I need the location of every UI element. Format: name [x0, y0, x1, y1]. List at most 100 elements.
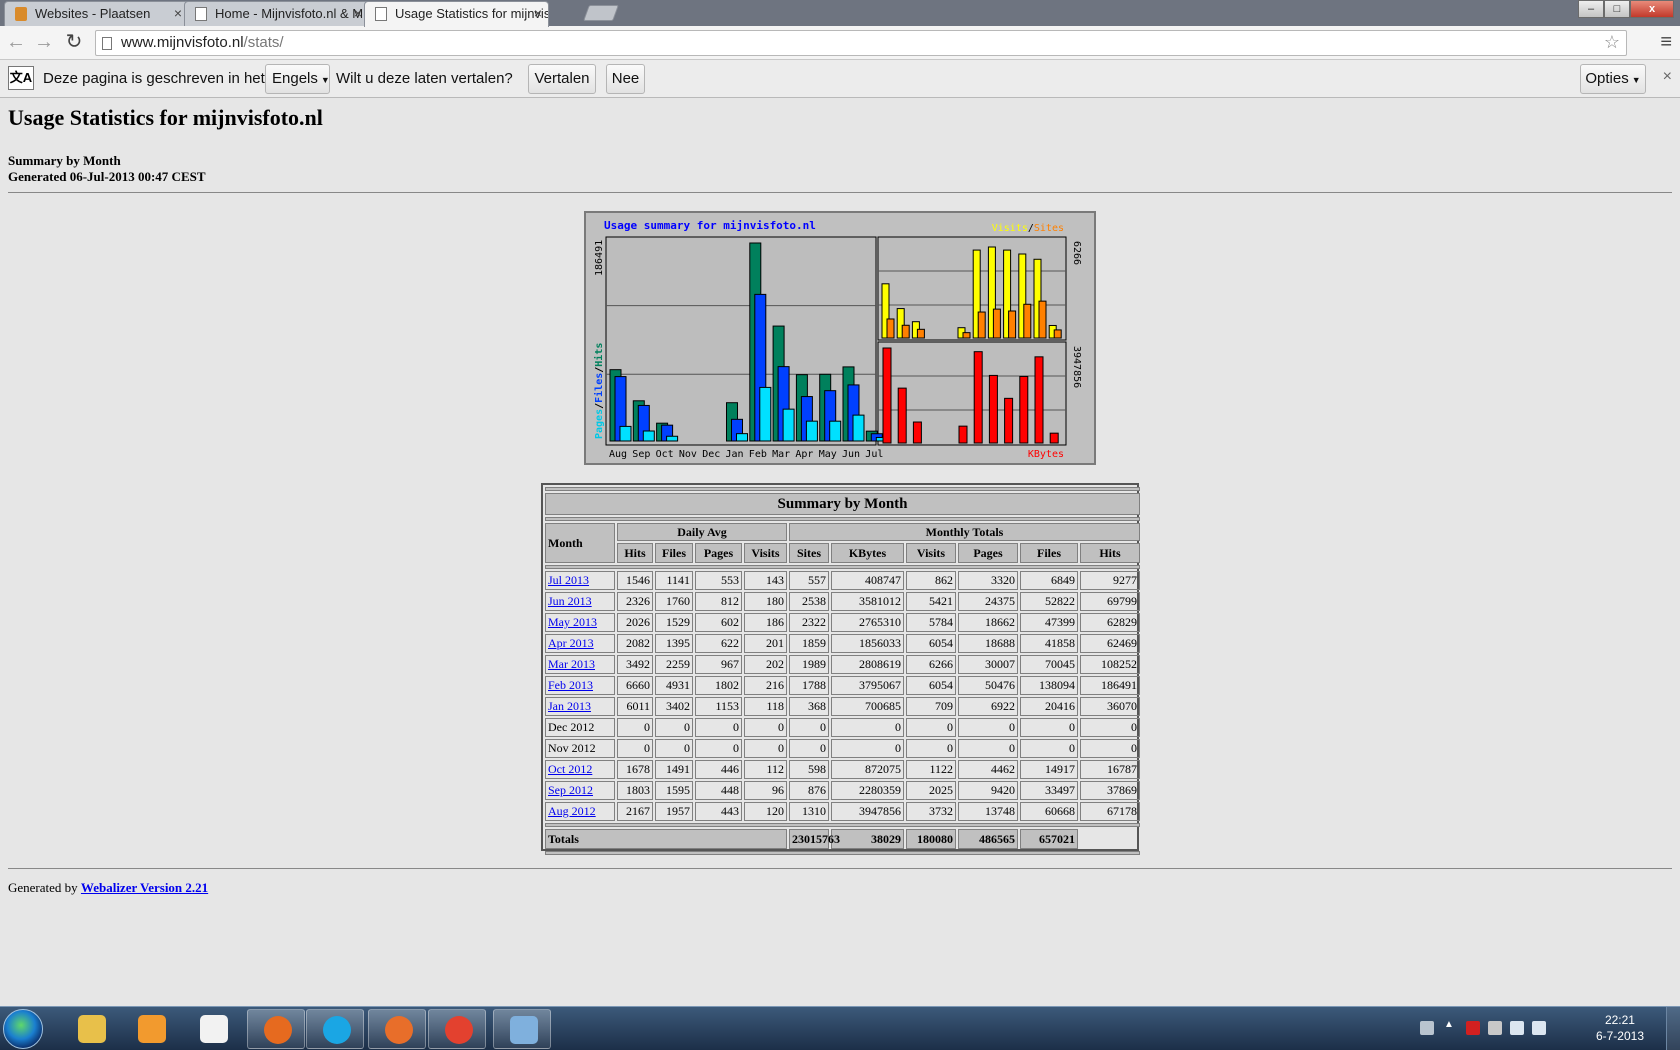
taskbar-maps-button[interactable]	[368, 1009, 426, 1049]
month-link[interactable]: May 2013	[548, 615, 597, 629]
month-cell: Sep 2012	[545, 781, 615, 800]
forward-icon[interactable]: →	[32, 31, 56, 55]
antivirus-tray-icon[interactable]	[1466, 1021, 1480, 1035]
sites-bar	[962, 332, 971, 339]
bookmark-star-icon[interactable]: ☆	[1604, 32, 1620, 53]
month-link[interactable]: Sep 2012	[548, 783, 593, 797]
taskbar-firefox-button[interactable]	[247, 1009, 305, 1049]
browser-menu-icon[interactable]: ≡	[1660, 31, 1672, 54]
daily-visits-header: Visits	[744, 543, 787, 563]
value-cell: 1760	[655, 592, 693, 611]
value-cell: 202	[744, 655, 787, 674]
total-pages-header: Pages	[958, 543, 1018, 563]
graph-title: Usage summary for mijnvisfoto.nl	[604, 219, 816, 232]
window-controls: – □ x	[1578, 0, 1674, 20]
tab-close-icon[interactable]: ×	[534, 2, 542, 25]
new-tab-button[interactable]	[583, 5, 619, 21]
tab-usage-statistics[interactable]: Usage Statistics for mijnvis ×	[364, 1, 549, 27]
show-hidden-icons-icon[interactable]: ▲	[1444, 1019, 1458, 1033]
webalizer-link[interactable]: Webalizer Version 2.21	[81, 880, 208, 895]
value-cell: 0	[744, 739, 787, 758]
tab-websites[interactable]: Websites - Plaatsen ×	[4, 1, 189, 26]
month-cell: Dec 2012	[545, 718, 615, 737]
page-subtitle: Summary by Month	[8, 153, 121, 168]
taskbar-skype-button[interactable]	[306, 1009, 364, 1049]
daily-avg-header: Daily Avg	[617, 523, 787, 541]
value-cell: 186	[744, 613, 787, 632]
value-cell: 0	[789, 739, 829, 758]
taskbar-explorer-button[interactable]	[62, 1009, 120, 1049]
value-cell: 4462	[958, 760, 1018, 779]
url-path: /stats/	[243, 34, 284, 51]
value-cell: 47399	[1020, 613, 1078, 632]
value-cell: 0	[789, 718, 829, 737]
taskbar-chrome-button[interactable]	[428, 1009, 486, 1049]
volume-tray-icon[interactable]	[1532, 1021, 1546, 1035]
value-cell: 37869	[1080, 781, 1140, 800]
minimize-button[interactable]: –	[1578, 0, 1604, 18]
value-cell: 872075	[831, 760, 904, 779]
no-translate-button[interactable]: Nee	[606, 64, 645, 94]
month-link[interactable]: Jan 2013	[548, 699, 591, 713]
media-player-icon	[138, 1015, 166, 1043]
value-cell: 62829	[1080, 613, 1140, 632]
month-link[interactable]: Apr 2013	[548, 636, 594, 650]
sites-bar	[1023, 303, 1032, 339]
maximize-button[interactable]: □	[1604, 0, 1630, 18]
taskbar-media-player-button[interactable]	[122, 1009, 180, 1049]
value-cell: 70045	[1020, 655, 1078, 674]
page-content: Usage Statistics for mijnvisfoto.nl Summ…	[0, 98, 1680, 1006]
sites-bar	[1038, 300, 1047, 339]
month-cell: Oct 2012	[545, 760, 615, 779]
tab-close-icon[interactable]: ×	[174, 2, 182, 25]
kbytes-bar	[912, 421, 922, 444]
tab-close-icon[interactable]: ×	[354, 2, 362, 25]
close-translate-bar-icon[interactable]: ×	[1663, 68, 1672, 86]
address-bar[interactable]: www.mijnvisfoto.nl/stats/ ☆	[95, 30, 1627, 56]
month-link[interactable]: Jul 2013	[548, 573, 589, 587]
month-link[interactable]: Oct 2012	[548, 762, 592, 776]
value-cell: 30007	[958, 655, 1018, 674]
language-select[interactable]: Engels ▼	[265, 64, 330, 94]
month-link[interactable]: Aug 2012	[548, 804, 596, 818]
month-link[interactable]: Jun 2013	[548, 594, 592, 608]
flag-tray-icon[interactable]	[1488, 1021, 1502, 1035]
translate-button[interactable]: Vertalen	[528, 64, 596, 94]
reload-icon[interactable]: ↻	[62, 31, 86, 55]
paint-icon	[510, 1016, 538, 1044]
kbytes-bar	[988, 374, 998, 444]
keyboard-tray-icon[interactable]	[1420, 1021, 1434, 1035]
close-window-button[interactable]: x	[1630, 0, 1674, 18]
show-desktop-button[interactable]	[1666, 1007, 1680, 1050]
month-cell: Feb 2013	[545, 676, 615, 695]
back-icon[interactable]: ←	[4, 31, 28, 55]
start-button[interactable]	[3, 1009, 43, 1049]
value-cell: 18662	[958, 613, 1018, 632]
table-row: Aug 2012 2167 1957 443 120 1310 3947856 3732 137…	[545, 802, 1140, 821]
month-link[interactable]: Mar 2013	[548, 657, 595, 671]
value-cell: 67178	[1080, 802, 1140, 821]
total-files-header: Files	[1020, 543, 1078, 563]
value-cell: 2808619	[831, 655, 904, 674]
pages-bar	[642, 430, 655, 442]
value-cell: 2259	[655, 655, 693, 674]
translate-options-button[interactable]: Opties ▼	[1580, 64, 1646, 94]
value-cell: 6054	[906, 676, 956, 695]
value-cell: 1491	[655, 760, 693, 779]
kbytes-bar	[1004, 397, 1014, 444]
value-cell: 41858	[1020, 634, 1078, 653]
month-axis-label: Mar	[772, 449, 790, 460]
month-link[interactable]: Feb 2013	[548, 678, 593, 692]
total-hits-header: Hits	[1080, 543, 1140, 563]
page-title: Usage Statistics for mijnvisfoto.nl	[8, 105, 323, 130]
value-cell: 1788	[789, 676, 829, 695]
explorer-icon	[78, 1015, 106, 1043]
taskbar-app-black-logo-button[interactable]	[184, 1009, 242, 1049]
taskbar-paint-button[interactable]	[493, 1009, 551, 1049]
value-cell: 0	[695, 739, 742, 758]
total-visits-header: Visits	[906, 543, 956, 563]
clock[interactable]: 22:21 6-7-2013	[1596, 1012, 1644, 1044]
network-tray-icon[interactable]	[1510, 1021, 1524, 1035]
tab-home[interactable]: Home - Mijnvisfoto.nl & M ×	[184, 1, 369, 26]
value-cell: 6011	[617, 697, 653, 716]
